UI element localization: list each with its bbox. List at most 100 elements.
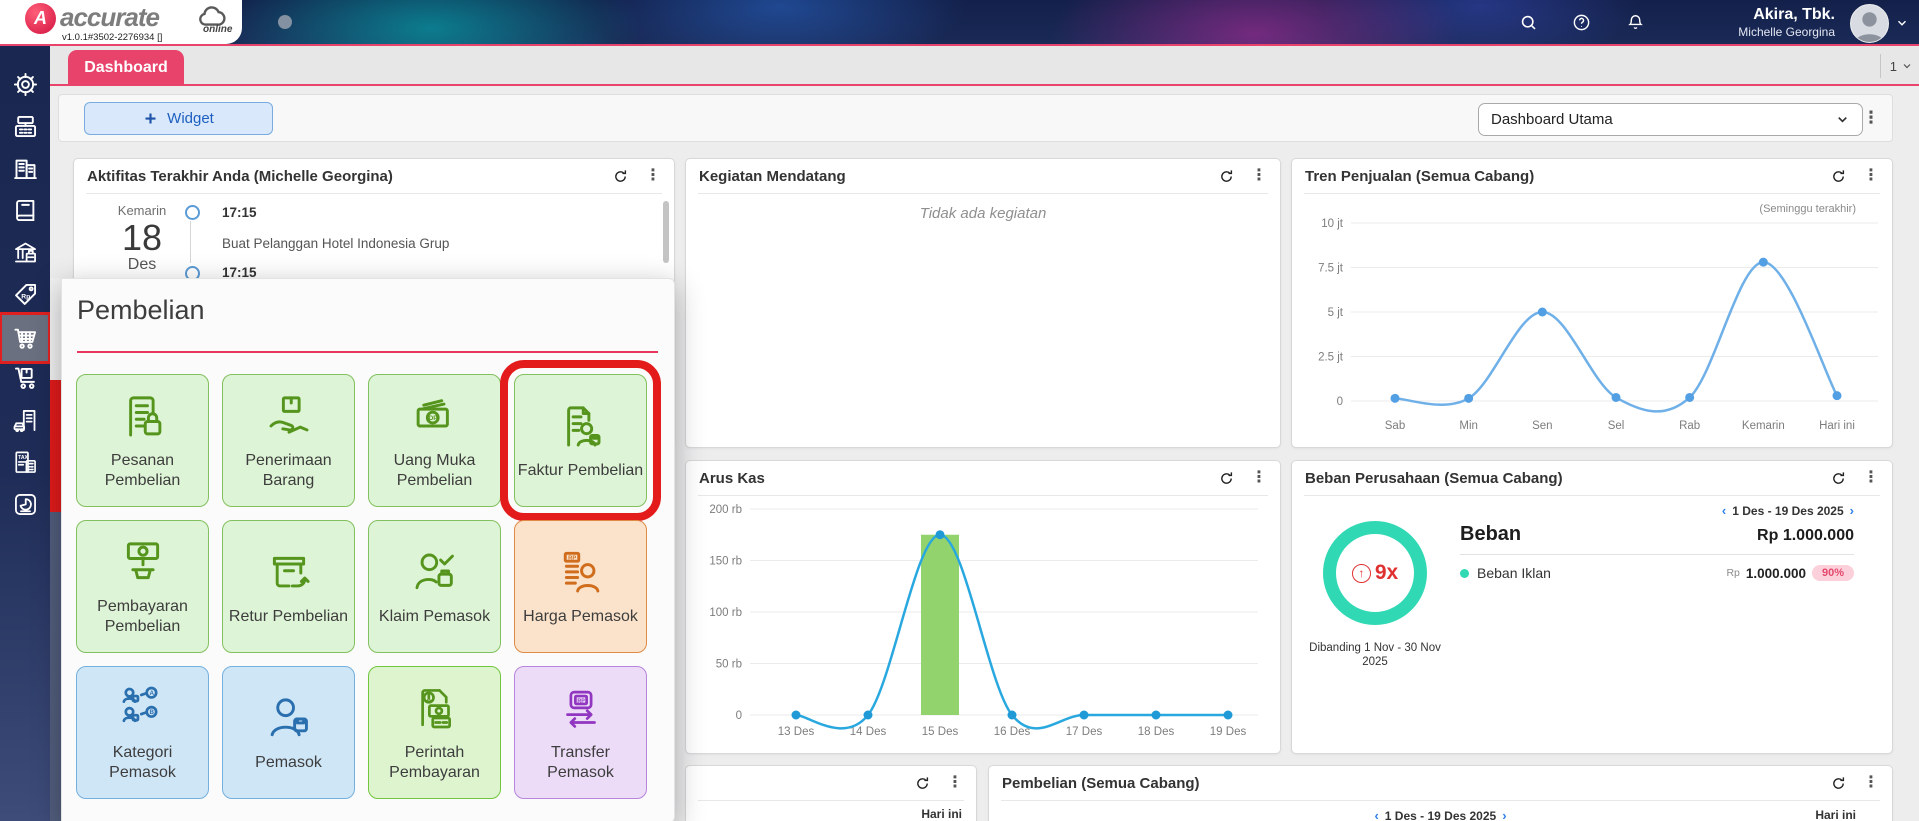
card-menu-icon[interactable]: ⋮ [1863, 775, 1879, 791]
card-menu-icon[interactable]: ⋮ [1251, 470, 1267, 486]
tile-icon-wrap [116, 536, 170, 590]
sales-trend-chart: 10 jt7.5 jt5 jt2.5 jt0SabMinSenSelRabKem… [1292, 193, 1890, 445]
refresh-icon[interactable] [1830, 775, 1847, 792]
activity-text[interactable]: Buat Pelanggan Hotel Indonesia Grup [222, 236, 449, 251]
sidebar-item-inventory[interactable] [2, 357, 48, 399]
timeline-line [190, 221, 191, 263]
svg-text:200 rb: 200 rb [709, 504, 742, 516]
activity-date-label: Kemarin [102, 203, 182, 218]
menu-tile-retur-pembelian[interactable]: Retur Pembelian [222, 520, 355, 653]
add-widget-button[interactable]: Widget [84, 102, 273, 135]
tile-icon-wrap: RP [554, 682, 608, 736]
card-upcoming-events: Kegiatan Mendatang ⋮ Tidak ada kegiatan [685, 158, 1281, 448]
person-check-icon [408, 546, 462, 600]
expense-legend-row[interactable]: Beban Iklan Rp 1.000.000 90% [1460, 565, 1854, 581]
sidebar-item-settings[interactable] [2, 63, 48, 105]
divider [1460, 554, 1854, 555]
tile-icon-wrap [408, 546, 462, 600]
arrow-up-circle-icon: ↑ [1352, 564, 1371, 583]
card-purchases: Pembelian (Semua Cabang) ⋮ ‹ 1 Des - 19 … [988, 765, 1893, 821]
svg-text:150 rb: 150 rb [709, 556, 742, 568]
refresh-icon[interactable] [1218, 168, 1235, 185]
menu-tile-harga-pemasok[interactable]: RP Harga Pemasok [514, 520, 647, 653]
sidebar-item-tax[interactable]: TAX [2, 441, 48, 483]
today-label: Hari ini [1815, 808, 1856, 821]
prev-range-icon[interactable]: ‹ [1722, 503, 1726, 518]
card-expenses: Beban Perusahaan (Semua Cabang) ⋮ ‹ 1 De… [1291, 460, 1893, 754]
edge-highlight-fragment [50, 380, 61, 512]
svg-text:B: B [149, 710, 154, 717]
transfer-rp-icon: RP [554, 682, 608, 736]
sidebar-item-pricing[interactable]: Rp [2, 273, 48, 315]
doc-pay-icon [408, 682, 462, 736]
accurate-logo-icon: A [25, 3, 56, 34]
refresh-icon[interactable] [612, 168, 629, 185]
svg-text:Rp: Rp [21, 293, 30, 300]
svg-text:19 Des: 19 Des [1210, 726, 1247, 738]
bell-icon[interactable] [1626, 13, 1645, 32]
search-icon[interactable] [1519, 13, 1538, 32]
menu-tile-uang-muka-pembelian[interactable]: DPUang Muka Pembelian [368, 374, 501, 507]
expense-ring: ↑ 9x [1323, 521, 1427, 625]
menu-tile-pemasok[interactable]: Pemasok [222, 666, 355, 799]
sidebar-item-company[interactable] [2, 147, 48, 189]
tile-icon-wrap [262, 692, 316, 746]
money-dp-icon: DP [408, 390, 462, 444]
card-menu-icon[interactable]: ⋮ [1863, 470, 1879, 486]
menu-tile-faktur-pembelian[interactable]: Faktur Pembelian [514, 374, 647, 507]
svg-text:DP: DP [428, 416, 437, 423]
tab-counter[interactable]: 1 [1880, 54, 1913, 78]
date-range-nav: ‹ 1 Des - 19 Des 2025 › [989, 808, 1892, 821]
card-scrollbar[interactable] [663, 201, 669, 263]
sidebar-item-cashier[interactable] [2, 105, 48, 147]
dashboard-select[interactable]: Dashboard Utama [1478, 103, 1863, 136]
refresh-icon[interactable] [1218, 470, 1235, 487]
sidebar-item-bank[interactable] [2, 231, 48, 273]
popup-title: Pembelian [77, 295, 205, 326]
svg-text:5 jt: 5 jt [1328, 307, 1344, 319]
menu-tile-penerimaan-barang[interactable]: Penerimaan Barang [222, 374, 355, 507]
menu-tile-perintah-pembayaran[interactable]: Perintah Pembayaran [368, 666, 501, 799]
refresh-icon[interactable] [914, 775, 931, 792]
tile-icon-wrap: RP [554, 546, 608, 600]
sidebar-item-report[interactable] [2, 483, 48, 525]
toolbar-menu-icon[interactable]: ⋮ [1862, 101, 1880, 135]
card-menu-icon[interactable]: ⋮ [1251, 168, 1267, 184]
tab-dashboard[interactable]: Dashboard [68, 50, 184, 86]
sidebar-item-purchase[interactable] [2, 315, 48, 361]
menu-tile-pembayaran-pembelian[interactable]: Pembayaran Pembelian [76, 520, 209, 653]
card-menu-icon[interactable]: ⋮ [1863, 168, 1879, 184]
book-icon [12, 197, 39, 224]
menu-tile-kategori-pemasok[interactable]: ABKategori Pemasok [76, 666, 209, 799]
menu-tile-klaim-pemasok[interactable]: Klaim Pemasok [368, 520, 501, 653]
tile-label: Harga Pemasok [523, 607, 638, 627]
refresh-icon[interactable] [1830, 470, 1847, 487]
user-menu-chevron-icon[interactable] [1895, 16, 1909, 30]
divider [86, 193, 662, 194]
doc-lock-icon [116, 390, 170, 444]
tile-icon-wrap [262, 390, 316, 444]
activity-date: Kemarin 18 Des [102, 203, 182, 274]
tab-bar: Dashboard 1 [50, 46, 1919, 86]
tile-icon-wrap: AB [116, 682, 170, 736]
menu-tile-pesanan-pembelian[interactable]: Pesanan Pembelian [76, 374, 209, 507]
sidebar-item-journal[interactable] [2, 189, 48, 231]
next-range-icon[interactable]: › [1850, 503, 1854, 518]
add-widget-label: Widget [167, 110, 214, 127]
tile-label: Retur Pembelian [229, 607, 348, 627]
compare-line1: Dibanding 1 Nov - 30 Nov [1300, 641, 1450, 655]
card-menu-icon[interactable]: ⋮ [947, 775, 963, 791]
menu-tile-transfer-pemasok[interactable]: RP Transfer Pemasok [514, 666, 647, 799]
svg-text:A: A [149, 691, 154, 698]
refresh-icon[interactable] [1830, 168, 1847, 185]
next-range-icon[interactable]: › [1502, 808, 1506, 821]
sidebar-item-asset[interactable] [2, 399, 48, 441]
avatar[interactable] [1850, 4, 1889, 43]
help-icon[interactable] [1572, 13, 1591, 32]
prev-range-icon[interactable]: ‹ [1374, 808, 1378, 821]
divider [1304, 495, 1880, 496]
legend-percent-badge: 90% [1812, 565, 1854, 581]
tile-label: Transfer Pemasok [517, 743, 644, 782]
card-menu-icon[interactable]: ⋮ [645, 168, 661, 184]
svg-text:16 Des: 16 Des [994, 726, 1031, 738]
